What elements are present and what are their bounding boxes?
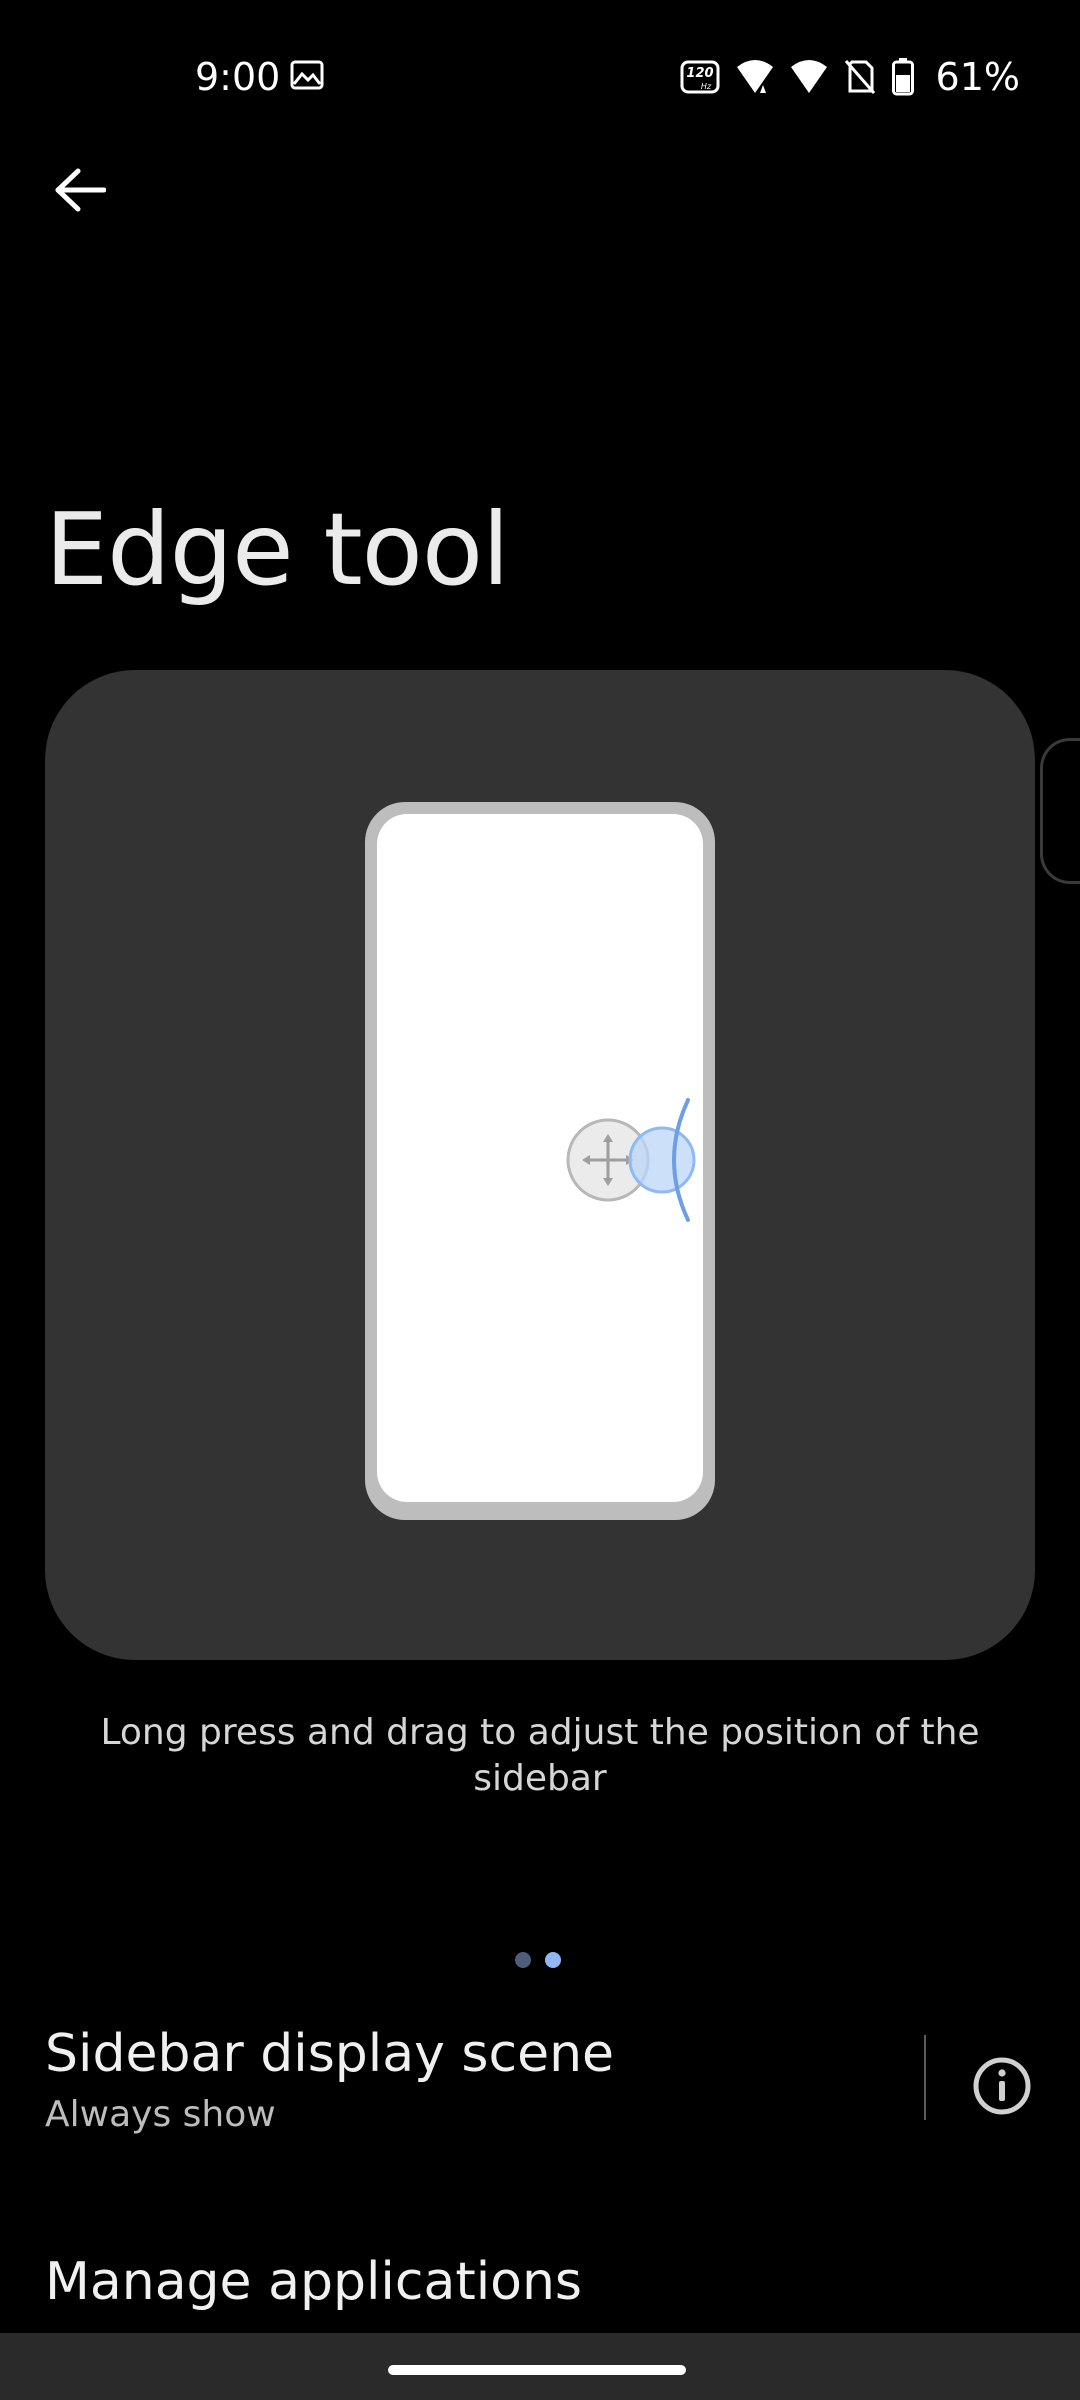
- page-indicator: [515, 1952, 561, 1968]
- status-time: 9:00: [195, 55, 281, 99]
- preview-caption: Long press and drag to adjust the positi…: [100, 1712, 980, 1799]
- wifi-icon: [736, 60, 773, 93]
- back-button[interactable]: [40, 150, 120, 230]
- sidebar-handle-illustration: [566, 1098, 696, 1222]
- refresh-rate-icon: 120 Hz: [680, 60, 720, 94]
- info-icon[interactable]: [966, 2050, 1038, 2122]
- battery-icon: [891, 58, 914, 96]
- page-title: Edge tool: [45, 491, 510, 608]
- refresh-rate-value: 120: [686, 66, 713, 81]
- refresh-rate-unit: Hz: [700, 82, 711, 91]
- status-icons: 120 Hz 61%: [680, 52, 1020, 102]
- battery-percentage: 61%: [935, 55, 1020, 99]
- gallery-icon: [290, 60, 324, 90]
- sidebar-display-scene-title: Sidebar display scene: [45, 2024, 615, 2084]
- manage-applications-item[interactable]: Manage applications: [45, 2250, 582, 2314]
- back-arrow-icon: [55, 168, 106, 212]
- row-divider: [924, 2035, 926, 2120]
- sidebar-display-scene-value: Always show: [45, 2094, 276, 2135]
- next-preview-card[interactable]: [1040, 738, 1080, 884]
- page-indicator-dot[interactable]: [515, 1952, 531, 1968]
- signal-icon: [790, 60, 827, 93]
- no-sim-icon: [844, 60, 875, 94]
- gesture-handle[interactable]: [388, 2365, 686, 2375]
- page-indicator-dot-active[interactable]: [545, 1952, 561, 1968]
